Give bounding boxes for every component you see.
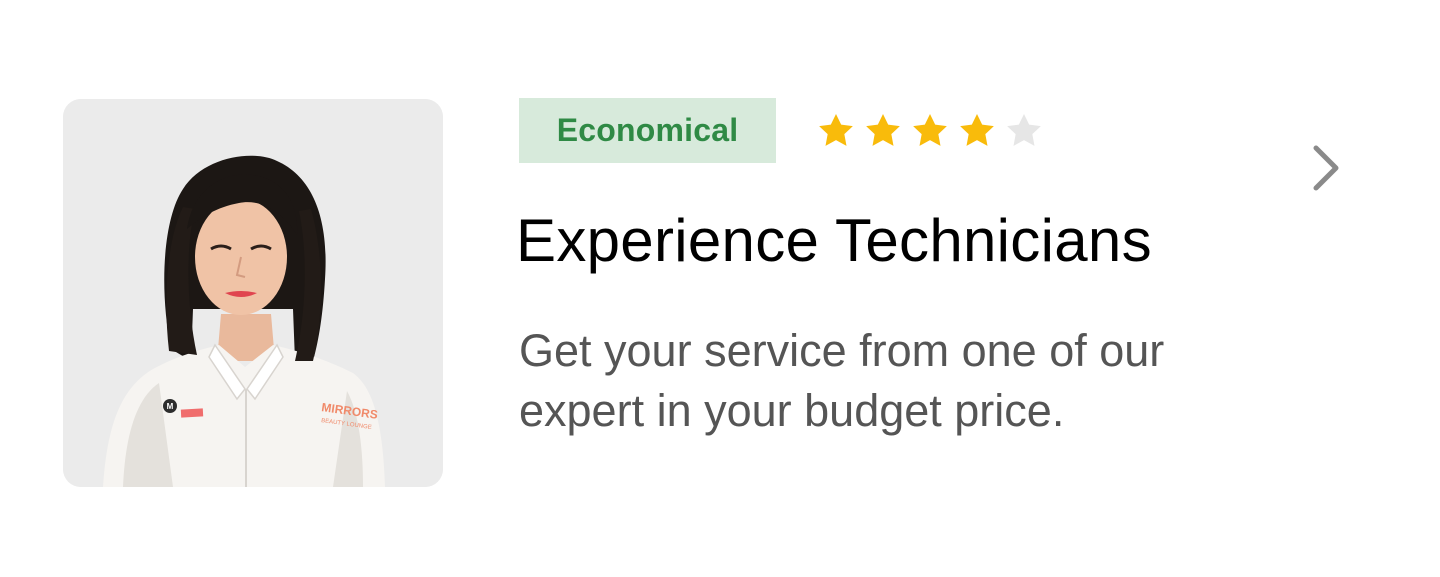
rating-stars [816,98,1051,163]
economical-badge: Economical [519,98,776,163]
card-content: Economical Experience Technicians Get yo… [516,98,1279,441]
star-icon-filled-3 [913,113,947,146]
star-icon-filled-2 [866,113,900,146]
star-icon-empty-5 [1007,113,1041,146]
svg-text:M: M [167,402,174,411]
star-icon-filled-1 [819,113,853,146]
card-description: Get your service from one of our expert … [519,325,1165,436]
service-card[interactable]: M MIRRORS BEAUTY LOUNGE Economical Exper… [0,0,1440,577]
star-icon-filled-4 [960,113,994,146]
card-title: Experience Technicians [516,207,1152,274]
technician-photo: M MIRRORS BEAUTY LOUNGE [63,99,443,487]
chevron-right-icon[interactable] [1306,142,1346,194]
card-header-row: Economical [519,98,1279,163]
